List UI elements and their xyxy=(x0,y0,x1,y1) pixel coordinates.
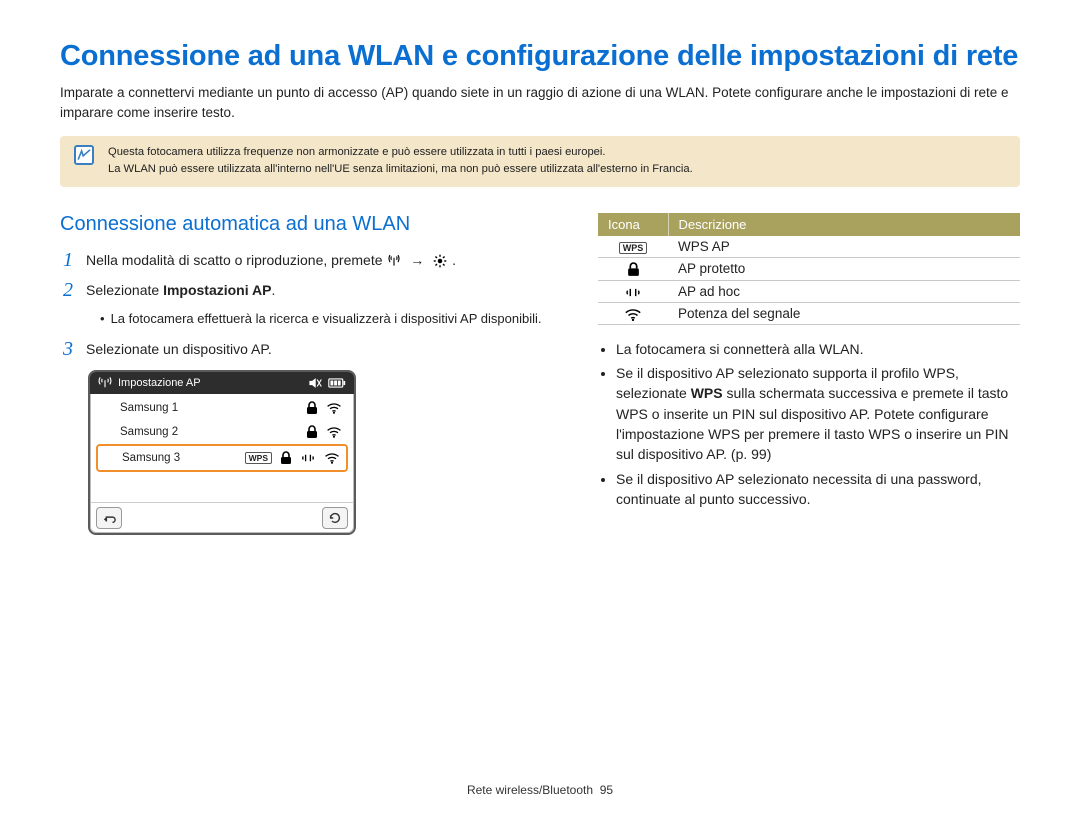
wps-icon: WPS xyxy=(619,242,648,254)
gear-icon xyxy=(432,254,448,268)
step-number-1: 1 xyxy=(60,250,76,270)
step-2-body: Selezionate Impostazioni AP. xyxy=(86,280,275,300)
antenna-icon xyxy=(386,254,402,268)
device-screenshot: Impostazione AP Samsung 1 xyxy=(88,370,356,535)
mute-icon xyxy=(308,377,322,389)
step-1-body: Nella modalità di scatto o riproduzione,… xyxy=(86,250,456,270)
refresh-button[interactable] xyxy=(322,507,348,529)
ap-row-2[interactable]: Samsung 2 xyxy=(96,420,348,444)
section-title: Connessione automatica ad una WLAN xyxy=(60,213,550,236)
back-button[interactable] xyxy=(96,507,122,529)
adhoc-icon xyxy=(624,286,642,299)
step-2-bullet: •La fotocamera effettuerà la ricerca e v… xyxy=(60,310,550,329)
battery-icon xyxy=(328,377,346,389)
intro-paragraph: Imparate a connettervi mediante un punto… xyxy=(60,83,1020,122)
table-header-icon: Icona xyxy=(598,213,668,236)
table-row: Potenza del segnale xyxy=(598,302,1020,324)
ap-row-1[interactable]: Samsung 1 xyxy=(96,396,348,420)
note-line-1: Questa fotocamera utilizza frequenze non… xyxy=(108,144,1000,161)
list-item: Se il dispositivo AP selezionato necessi… xyxy=(616,469,1020,510)
lock-icon xyxy=(306,425,318,439)
right-bullet-list: La fotocamera si connetterà alla WLAN. S… xyxy=(598,339,1020,509)
ap-row-3-selected[interactable]: Samsung 3 WPS xyxy=(96,444,348,472)
wifi-icon xyxy=(326,402,342,414)
table-row: AP protetto xyxy=(598,257,1020,280)
note-check-icon xyxy=(74,145,94,165)
note-line-2: La WLAN può essere utilizzata all'intern… xyxy=(108,161,1000,178)
lock-icon xyxy=(280,451,292,465)
wifi-icon xyxy=(624,308,642,321)
step-3-body: Selezionate un dispositivo AP. xyxy=(86,339,272,359)
adhoc-icon xyxy=(300,452,316,464)
page-title: Connessione ad una WLAN e configurazione… xyxy=(60,40,1020,73)
table-row: AP ad hoc xyxy=(598,280,1020,302)
note-box: Questa fotocamera utilizza frequenze non… xyxy=(60,136,1020,187)
lock-icon xyxy=(306,401,318,415)
page-footer: Rete wireless/Bluetooth 95 xyxy=(0,783,1080,797)
wifi-icon xyxy=(324,452,340,464)
wifi-icon xyxy=(326,426,342,438)
antenna-icon xyxy=(98,376,112,390)
step-number-2: 2 xyxy=(60,280,76,300)
icon-description-table: Icona Descrizione WPS WPS AP AP protetto… xyxy=(598,213,1020,325)
device-title: Impostazione AP xyxy=(118,377,201,389)
wps-badge: WPS xyxy=(245,452,272,464)
table-row: WPS WPS AP xyxy=(598,236,1020,258)
list-item: Se il dispositivo AP selezionato support… xyxy=(616,363,1020,464)
step-number-3: 3 xyxy=(60,339,76,359)
list-item: La fotocamera si connetterà alla WLAN. xyxy=(616,339,1020,359)
table-header-desc: Descrizione xyxy=(668,213,1020,236)
lock-icon xyxy=(627,262,640,277)
